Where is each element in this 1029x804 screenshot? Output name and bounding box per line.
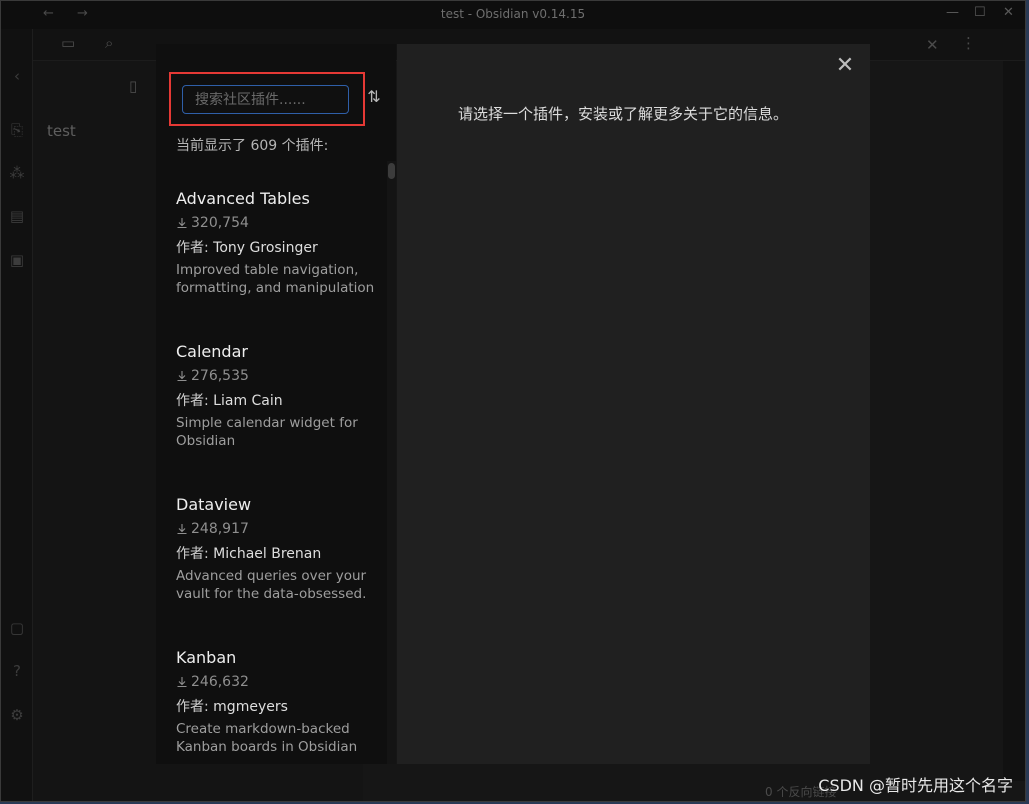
new-note-icon[interactable]: ▯ — [129, 77, 137, 95]
right-sidebar-strip — [1003, 61, 1025, 781]
plugin-detail-panel — [397, 44, 870, 764]
close-icon[interactable]: ✕ — [834, 55, 856, 77]
author-name: mgmeyers — [213, 699, 288, 715]
plugin-downloads: 248,917 — [176, 520, 376, 538]
download-count: 320,754 — [191, 215, 249, 231]
plugin-description: Create markdown-backed Kanban boards in … — [176, 721, 358, 755]
window-close-icon[interactable]: ✕ — [1003, 5, 1014, 20]
plugin-name: Kanban — [176, 648, 237, 667]
file-item-test[interactable]: test — [47, 122, 76, 140]
author-name: Tony Grosinger — [213, 240, 318, 256]
download-count: 246,632 — [191, 674, 249, 690]
download-icon — [177, 524, 187, 535]
help-icon[interactable]: ? — [7, 662, 27, 682]
download-icon — [177, 371, 187, 382]
obsidian-window: ← → test - Obsidian v0.14.15 — ☐ ✕ ‹ ⎘ ⁂… — [0, 0, 1026, 802]
author-label: 作者: — [176, 393, 209, 409]
plugin-author: 作者: Michael Brenan — [176, 544, 376, 564]
window-title: test - Obsidian v0.14.15 — [440, 7, 586, 21]
search-icon[interactable]: ⌕ — [105, 34, 113, 52]
download-icon — [177, 218, 187, 229]
plugin-item[interactable]: Dataview 248,917 作者: Michael Brenan Adva… — [176, 494, 376, 644]
plugin-author: 作者: Tony Grosinger — [176, 238, 376, 258]
download-icon — [177, 677, 187, 688]
pane-close-icon[interactable]: ✕ — [926, 36, 939, 54]
plugin-description: Advanced queries over your vault for the… — [176, 568, 367, 602]
plugin-item[interactable]: Calendar 276,535 作者: Liam Cain Simple ca… — [176, 341, 376, 491]
plugins-icon[interactable]: ▣ — [7, 251, 27, 271]
title-bar: ← → test - Obsidian v0.14.15 — ☐ ✕ — [1, 1, 1025, 29]
maximize-icon[interactable]: ☐ — [974, 5, 986, 20]
author-name: Liam Cain — [213, 393, 283, 409]
settings-gear-icon[interactable]: ⚙ — [7, 706, 27, 726]
detail-empty-message: 请选择一个插件，安装或了解更多关于它的信息。 — [458, 105, 789, 123]
author-label: 作者: — [176, 699, 209, 715]
more-options-icon[interactable]: ⋮ — [961, 34, 976, 52]
download-count: 248,917 — [191, 521, 249, 537]
csdn-watermark: CSDN @暂时先用这个名字 — [818, 776, 1013, 795]
plugin-name: Advanced Tables — [176, 189, 310, 208]
plugin-downloads: 276,535 — [176, 367, 376, 385]
plugin-author: 作者: mgmeyers — [176, 697, 376, 717]
plugin-downloads: 320,754 — [176, 214, 376, 232]
collapse-icon[interactable]: ‹ — [7, 67, 27, 87]
plugin-item[interactable]: Advanced Tables 320,754 作者: Tony Grosing… — [176, 188, 376, 338]
plugin-count-text: 当前显示了 609 个插件: — [176, 138, 329, 154]
minimize-icon[interactable]: — — [946, 5, 959, 20]
plugin-list-scrollbar[interactable] — [387, 161, 396, 764]
plugin-description: Improved table navigation, formatting, a… — [176, 262, 375, 296]
author-label: 作者: — [176, 546, 209, 562]
scrollbar-thumb[interactable] — [388, 163, 395, 179]
folder-icon[interactable]: ▭ — [61, 34, 75, 52]
graph-view-icon[interactable]: ⁂ — [7, 164, 27, 184]
author-name: Michael Brenan — [213, 546, 322, 562]
plugin-description: Simple calendar widget for Obsidian — [176, 415, 358, 449]
plugin-downloads: 246,632 — [176, 673, 376, 691]
download-count: 276,535 — [191, 368, 249, 384]
vault-icon[interactable]: ▢ — [7, 619, 27, 639]
search-highlight-box — [169, 72, 365, 126]
plugin-name: Calendar — [176, 342, 248, 361]
open-file-icon[interactable]: ⎘ — [7, 121, 27, 141]
plugin-name: Dataview — [176, 495, 252, 514]
sort-arrows-icon[interactable]: ⇅ — [363, 87, 385, 111]
left-ribbon: ‹ ⎘ ⁂ ▤ ▣ ▢ ? ⚙ — [1, 29, 33, 801]
templates-icon[interactable]: ▤ — [7, 207, 27, 227]
plugin-item[interactable]: Kanban 246,632 作者: mgmeyers Create markd… — [176, 647, 376, 797]
plugin-author: 作者: Liam Cain — [176, 391, 376, 411]
author-label: 作者: — [176, 240, 209, 256]
